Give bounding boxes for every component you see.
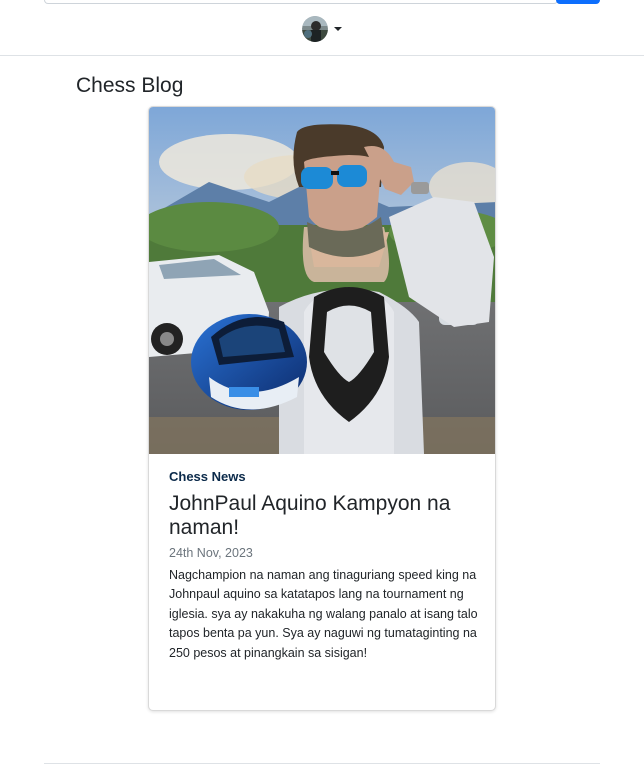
card-body: Chess News JohnPaul Aquino Kampyon na na… bbox=[169, 469, 479, 663]
user-avatar-icon[interactable] bbox=[302, 16, 328, 42]
top-navbar bbox=[0, 0, 644, 56]
post-image bbox=[149, 107, 495, 454]
caret-down-icon[interactable] bbox=[334, 27, 342, 31]
user-menu-toggle[interactable] bbox=[302, 16, 342, 42]
blog-post-card[interactable]: Chess News JohnPaul Aquino Kampyon na na… bbox=[148, 106, 496, 711]
page-title: Chess Blog bbox=[76, 74, 184, 97]
post-category[interactable]: Chess News bbox=[169, 469, 479, 484]
search-button[interactable] bbox=[556, 0, 600, 4]
footer-divider bbox=[44, 763, 600, 764]
post-excerpt: Nagchampion na naman ang tinaguriang spe… bbox=[169, 568, 478, 660]
search-input[interactable] bbox=[44, 0, 558, 4]
post-date: 24th Nov, 2023 bbox=[169, 546, 253, 560]
post-title[interactable]: JohnPaul Aquino Kampyon na naman! bbox=[169, 492, 479, 540]
